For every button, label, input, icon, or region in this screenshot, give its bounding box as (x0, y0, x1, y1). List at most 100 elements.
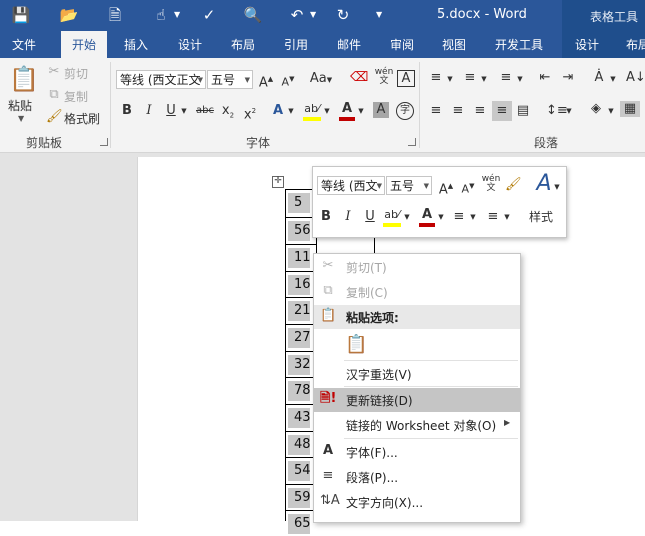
mini-underline-icon[interactable]: U (363, 209, 377, 225)
enclose-circle-icon[interactable]: 字 (396, 102, 414, 120)
mini-format-painter-icon[interactable]: 🖌 (505, 177, 522, 193)
font-name-select[interactable]: 等线 (西文正文 ▼ (116, 70, 206, 89)
open-folder-icon[interactable]: 📂 (58, 4, 80, 26)
mini-bullets-dropdown-icon[interactable]: ▼ (469, 209, 477, 225)
underline-icon[interactable]: U (164, 103, 178, 119)
menu-item-cut[interactable]: ✂ 剪切(T) (314, 255, 520, 279)
mini-font-color-dropdown-icon[interactable]: ▼ (437, 209, 445, 225)
menu-item-paragraph[interactable]: ≡ 段落(P)... (314, 465, 520, 489)
paste-button[interactable]: 粘贴 (8, 97, 32, 114)
bullets-dropdown-icon[interactable]: ▼ (446, 71, 454, 87)
tab-developer[interactable]: 开发工具 (495, 36, 543, 53)
bullets-icon[interactable]: ≡ (428, 70, 444, 86)
tab-review[interactable]: 审阅 (390, 36, 414, 53)
chinese-layout-icon[interactable]: Ȧ (590, 70, 608, 86)
table-cell[interactable]: 65 (286, 510, 316, 536)
distributed-icon[interactable]: ▤ (515, 103, 531, 119)
table-cell[interactable]: 11 (286, 244, 316, 270)
copy-button[interactable]: 复制 (64, 88, 88, 105)
table-move-handle-icon[interactable]: ✛ (272, 176, 284, 188)
tab-design[interactable]: 设计 (178, 36, 202, 53)
mini-italic-icon[interactable]: I (341, 209, 355, 225)
paste-dropdown-icon[interactable]: ▼ (18, 114, 24, 123)
table-cell[interactable]: 27 (286, 324, 316, 350)
redo-icon[interactable]: ↻ (332, 4, 354, 26)
tab-view[interactable]: 视图 (442, 36, 466, 53)
text-effects-dropdown-icon[interactable]: ▼ (287, 103, 295, 119)
menu-item-update-link[interactable]: 🗎! 更新链接(D) (314, 388, 520, 412)
text-effects-icon[interactable]: A (270, 103, 286, 119)
customize-dropdown-icon[interactable]: ▼ (376, 6, 382, 24)
clear-formatting-icon[interactable]: ⌫ (350, 70, 368, 86)
mini-font-color-icon[interactable]: A (419, 207, 435, 227)
mini-highlight-dropdown-icon[interactable]: ▼ (403, 209, 411, 225)
menu-item-linked-worksheet-object[interactable]: 链接的 Worksheet 对象(O) ▶ (314, 413, 520, 437)
mini-numbering-icon[interactable]: ≡ (485, 209, 501, 225)
grow-font-icon[interactable]: A▲ (258, 71, 274, 91)
table-cell[interactable]: 21 (286, 297, 316, 323)
mini-shrink-font-icon[interactable]: A▼ (460, 178, 476, 198)
numbering-dropdown-icon[interactable]: ▼ (480, 71, 488, 87)
align-center-icon[interactable]: ≡ (450, 103, 466, 119)
chinese-layout-dropdown-icon[interactable]: ▼ (609, 71, 617, 87)
font-color-dropdown-icon[interactable]: ▼ (357, 103, 365, 119)
bold-icon[interactable]: B (120, 103, 134, 119)
touch-mode-icon[interactable]: ☝ (150, 4, 172, 26)
mini-phonetic-guide-icon[interactable]: wén 文 (481, 175, 501, 193)
italic-icon[interactable]: I (142, 103, 156, 119)
table-cell[interactable]: 59 (286, 484, 316, 510)
table-cell[interactable]: 43 (286, 404, 316, 430)
mini-highlight-icon[interactable]: ab⁄ (383, 207, 401, 227)
numbering-icon[interactable]: ≡ (462, 70, 478, 86)
multilevel-dropdown-icon[interactable]: ▼ (516, 71, 524, 87)
tab-home[interactable]: 开始 (61, 31, 108, 58)
undo-icon[interactable]: ↶ (286, 4, 308, 26)
decrease-indent-icon[interactable]: ⇤ (536, 70, 554, 86)
align-left-icon[interactable]: ≡ (428, 103, 444, 119)
tab-references[interactable]: 引用 (284, 36, 308, 53)
shading-icon[interactable]: ◈ (587, 101, 605, 117)
shading-dropdown-icon[interactable]: ▼ (607, 103, 615, 119)
table-cell[interactable]: 78 (286, 377, 316, 403)
tab-layout[interactable]: 布局 (231, 36, 255, 53)
format-painter-button[interactable]: 格式刷 (64, 110, 100, 127)
table-cell[interactable]: 54 (286, 457, 316, 483)
tab-file[interactable]: 文件 (12, 36, 36, 53)
touch-mode-dropdown-icon[interactable]: ▼ (174, 6, 180, 24)
align-right-icon[interactable]: ≡ (472, 103, 488, 119)
styles-dropdown-icon[interactable]: ▼ (553, 179, 561, 195)
tab-insert[interactable]: 插入 (124, 36, 148, 53)
mini-font-size-select[interactable]: 五号 ▼ (386, 176, 432, 195)
font-launcher-icon[interactable] (408, 138, 416, 146)
menu-item-copy[interactable]: ⧉ 复制(C) (314, 280, 520, 304)
increase-indent-icon[interactable]: ⇥ (559, 70, 577, 86)
tab-mailings[interactable]: 邮件 (337, 36, 361, 53)
cut-button[interactable]: 剪切 (64, 65, 88, 82)
font-color-icon[interactable]: A (339, 101, 355, 121)
new-document-icon[interactable]: 🗎 (104, 4, 126, 26)
line-spacing-icon[interactable]: ↕≡ (546, 103, 568, 119)
strikethrough-icon[interactable]: abc (194, 103, 216, 119)
mini-numbering-dropdown-icon[interactable]: ▼ (503, 209, 511, 225)
table-cell[interactable]: 48 (286, 431, 316, 457)
mini-grow-font-icon[interactable]: A▲ (438, 178, 454, 198)
save-icon[interactable]: 💾 (10, 4, 32, 26)
spelling-icon[interactable]: ✓ (198, 4, 220, 26)
borders-icon[interactable]: ▦ (620, 101, 640, 117)
character-shading-icon[interactable]: A (373, 102, 389, 118)
font-size-select[interactable]: 五号 ▼ (207, 70, 253, 89)
shrink-font-icon[interactable]: A▼ (280, 71, 296, 91)
print-preview-icon[interactable]: 🔍 (242, 4, 264, 26)
subscript-icon[interactable]: x2 (220, 103, 236, 124)
menu-item-font[interactable]: A 字体(F)... (314, 440, 520, 464)
menu-item-text-direction[interactable]: ⇅A 文字方向(X)... (314, 490, 520, 514)
highlight-dropdown-icon[interactable]: ▼ (323, 103, 331, 119)
change-case-icon[interactable]: Aa▼ (308, 71, 334, 88)
keep-text-only-paste-icon[interactable]: 📋 (345, 333, 367, 357)
menu-item-reconvert[interactable]: 汉字重选(V) (314, 362, 520, 386)
undo-dropdown-icon[interactable]: ▼ (310, 6, 316, 24)
table-cell[interactable]: 16 (286, 271, 316, 297)
enclose-characters-icon[interactable]: A (397, 70, 415, 87)
paste-clipboard-icon[interactable]: 📋 (9, 64, 39, 94)
justify-icon[interactable]: ≡ (492, 101, 512, 121)
